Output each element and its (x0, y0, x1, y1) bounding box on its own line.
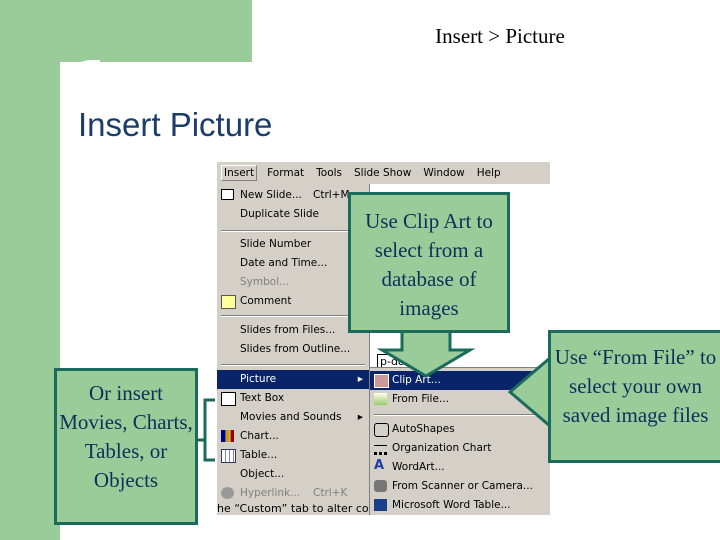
callout-clip-art: Use Clip Art to select from a database o… (348, 192, 510, 333)
bracket-connector (203, 440, 215, 462)
arrow-down-icon (376, 328, 476, 378)
bracket-connector (198, 398, 215, 442)
callout-other-objects: Or insert Movies, Charts, Tables, or Obj… (54, 368, 198, 525)
callout-from-file: Use “From File” to select your own saved… (548, 330, 720, 463)
